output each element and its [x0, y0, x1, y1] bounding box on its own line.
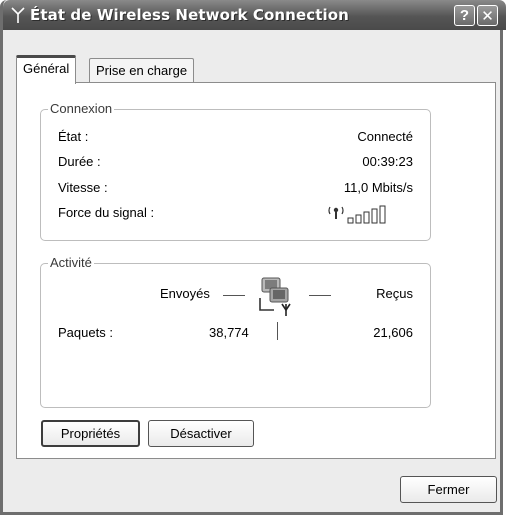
- title-bar[interactable]: État de Wireless Network Connection ? ✕: [3, 0, 506, 30]
- duration-label: Durée :: [58, 154, 101, 169]
- signal-bar: [355, 214, 362, 224]
- connection-group: Connexion État : Connecté Durée : 00:39:…: [40, 101, 431, 241]
- help-button[interactable]: ?: [454, 5, 475, 26]
- tab-panel-general: Connexion État : Connecté Durée : 00:39:…: [16, 82, 496, 459]
- activity-group: Activité Envoyés Reçus Paquets : 38,774 …: [40, 255, 431, 408]
- signal-label: Force du signal :: [58, 205, 155, 220]
- close-button[interactable]: Fermer: [400, 476, 497, 503]
- window-title: État de Wireless Network Connection: [30, 6, 349, 24]
- speed-value: 11,0 Mbits/s: [343, 180, 413, 195]
- activity-divider: [277, 322, 278, 340]
- signal-row: Force du signal :: [58, 205, 413, 224]
- sent-line: [223, 295, 245, 296]
- signal-bar: [363, 211, 370, 224]
- sent-label: Envoyés: [160, 286, 210, 301]
- tab-general[interactable]: Général: [16, 55, 77, 84]
- speed-row: Vitesse : 11,0 Mbits/s: [58, 180, 413, 198]
- signal-bar: [371, 208, 378, 224]
- signal-strength-icon: [328, 205, 386, 224]
- wireless-antenna-icon: [11, 7, 25, 23]
- signal-bar: [347, 217, 354, 224]
- activity-group-label: Activité: [48, 255, 94, 270]
- status-dialog: État de Wireless Network Connection ? ✕ …: [0, 0, 506, 515]
- packets-received-value: 21,606: [373, 325, 413, 340]
- duration-row: Durée : 00:39:23: [58, 154, 413, 172]
- tab-support[interactable]: Prise en charge: [89, 58, 195, 82]
- packets-label: Paquets :: [58, 325, 113, 340]
- status-row: État : Connecté: [58, 129, 413, 147]
- network-activity-icon: [259, 277, 291, 316]
- packets-sent-value: 38,774: [209, 325, 249, 340]
- disable-button[interactable]: Désactiver: [148, 420, 254, 447]
- connection-group-label: Connexion: [48, 101, 115, 116]
- status-label: État :: [58, 129, 89, 144]
- received-label: Reçus: [376, 286, 413, 301]
- signal-bar: [379, 205, 386, 224]
- received-line: [309, 295, 331, 296]
- duration-value: 00:39:23: [362, 154, 413, 169]
- speed-label: Vitesse :: [58, 180, 108, 195]
- status-value: Connecté: [357, 129, 413, 144]
- close-window-button[interactable]: ✕: [477, 5, 498, 26]
- properties-button[interactable]: Propriétés: [41, 420, 140, 447]
